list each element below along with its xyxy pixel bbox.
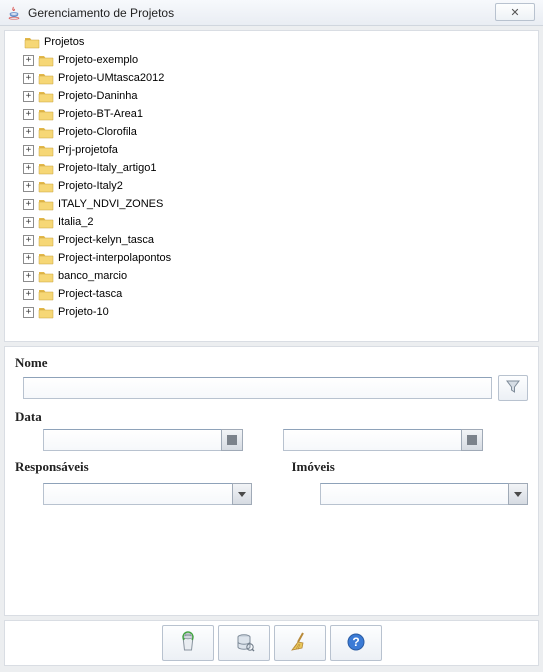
help-button[interactable]: ? — [330, 625, 382, 661]
expander-icon[interactable]: + — [23, 91, 34, 102]
title-bar: Gerenciamento de Projetos ✕ — [0, 0, 543, 26]
folder-icon — [38, 305, 54, 319]
tree-node-label: Projeto-exemplo — [58, 54, 138, 66]
window-title: Gerenciamento de Projetos — [28, 6, 174, 20]
tree-node[interactable]: + Projeto-UMtasca2012 — [9, 69, 534, 87]
tree-node-label: Projeto-Daninha — [58, 90, 138, 102]
folder-icon — [38, 269, 54, 283]
expander-icon[interactable]: + — [23, 181, 34, 192]
label-imoveis: Imóveis — [292, 459, 529, 475]
responsaveis-select[interactable] — [43, 483, 232, 505]
tree-node-label: Projeto-Italy_artigo1 — [58, 162, 156, 174]
tree-node-label: ITALY_NDVI_ZONES — [58, 198, 163, 210]
date-to-input[interactable] — [283, 429, 462, 451]
expander-icon[interactable]: + — [23, 73, 34, 84]
tree-node[interactable]: + Projeto-Italy_artigo1 — [9, 159, 534, 177]
filter-button[interactable] — [498, 375, 528, 401]
expander-icon[interactable]: + — [23, 307, 34, 318]
close-button[interactable]: ✕ — [495, 3, 535, 21]
tree-node-label: Projeto-UMtasca2012 — [58, 72, 164, 84]
folder-icon — [38, 287, 54, 301]
expander-icon[interactable]: + — [23, 235, 34, 246]
folder-icon — [38, 89, 54, 103]
tree-node-label: Italia_2 — [58, 216, 93, 228]
tree-node-label: Project-kelyn_tasca — [58, 234, 154, 246]
folder-icon — [38, 215, 54, 229]
calendar-picker-icon — [227, 435, 237, 445]
project-tree-panel: +Projetos+Projeto-exemplo+Projeto-UMtasc… — [4, 30, 539, 342]
expander-icon[interactable]: + — [23, 163, 34, 174]
folder-icon — [38, 251, 54, 265]
calendar-picker-icon — [467, 435, 477, 445]
expander-icon[interactable]: + — [23, 271, 34, 282]
tree-node[interactable]: + banco_marcio — [9, 267, 534, 285]
imoveis-select[interactable] — [320, 483, 509, 505]
folder-icon — [38, 53, 54, 67]
folder-icon — [24, 35, 40, 49]
folder-icon — [38, 125, 54, 139]
broom-icon — [289, 631, 311, 656]
expander-icon[interactable]: + — [23, 145, 34, 156]
tree-node[interactable]: + Project-kelyn_tasca — [9, 231, 534, 249]
expander-icon[interactable]: + — [23, 55, 34, 66]
folder-icon — [38, 179, 54, 193]
expander-icon[interactable]: + — [23, 253, 34, 264]
tree-node-label: Prj-projetofa — [58, 144, 118, 156]
tree-node[interactable]: + Projeto-Daninha — [9, 87, 534, 105]
tree-node-label: banco_marcio — [58, 270, 127, 282]
tree-root-label: Projetos — [44, 36, 84, 48]
folder-icon — [38, 197, 54, 211]
java-icon — [6, 5, 22, 21]
folder-icon — [38, 107, 54, 121]
expander-icon[interactable]: + — [23, 127, 34, 138]
responsaveis-dropdown-button[interactable] — [232, 483, 252, 505]
help-icon: ? — [345, 631, 367, 656]
tree-node-label: Projeto-10 — [58, 306, 109, 318]
tree-node[interactable]: + Projeto-Clorofila — [9, 123, 534, 141]
expander-icon[interactable]: + — [23, 109, 34, 120]
filter-form-panel: Nome Data — [4, 346, 539, 616]
svg-text:?: ? — [352, 635, 359, 649]
funnel-icon — [504, 378, 522, 399]
nome-input[interactable] — [23, 377, 492, 399]
tree-node-label: Projeto-BT-Area1 — [58, 108, 143, 120]
folder-icon — [38, 161, 54, 175]
tree-node-label: Projeto-Clorofila — [58, 126, 137, 138]
tree-node-label: Projeto-Italy2 — [58, 180, 123, 192]
label-nome: Nome — [15, 355, 528, 371]
tree-node[interactable]: + Italia_2 — [9, 213, 534, 231]
database-icon — [233, 631, 255, 656]
tree-node-label: Project-tasca — [58, 288, 122, 300]
tree-node[interactable]: + Projeto-10 — [9, 303, 534, 321]
expander-icon[interactable]: + — [23, 217, 34, 228]
chevron-down-icon — [514, 492, 522, 497]
recycle-bin-icon — [177, 631, 199, 656]
label-data: Data — [15, 409, 528, 425]
folder-icon — [38, 233, 54, 247]
chevron-down-icon — [238, 492, 246, 497]
imoveis-dropdown-button[interactable] — [508, 483, 528, 505]
tree-root-node[interactable]: +Projetos — [9, 33, 534, 51]
tree-node[interactable]: + Project-interpolapontos — [9, 249, 534, 267]
folder-icon — [38, 71, 54, 85]
date-from-input[interactable] — [43, 429, 222, 451]
tree-node[interactable]: + Projeto-Italy2 — [9, 177, 534, 195]
clear-button[interactable] — [274, 625, 326, 661]
tree-node-label: Project-interpolapontos — [58, 252, 171, 264]
date-from-picker-button[interactable] — [221, 429, 243, 451]
tree-node[interactable]: + ITALY_NDVI_ZONES — [9, 195, 534, 213]
tree-node[interactable]: + Projeto-exemplo — [9, 51, 534, 69]
tree-node[interactable]: + Prj-projetofa — [9, 141, 534, 159]
delete-button[interactable] — [162, 625, 214, 661]
expander-icon[interactable]: + — [23, 289, 34, 300]
tree-node[interactable]: + Projeto-BT-Area1 — [9, 105, 534, 123]
tree-node[interactable]: + Project-tasca — [9, 285, 534, 303]
close-icon: ✕ — [510, 6, 519, 19]
label-responsaveis: Responsáveis — [15, 459, 252, 475]
folder-icon — [38, 143, 54, 157]
date-to-picker-button[interactable] — [461, 429, 483, 451]
bottom-toolbar: ? — [4, 620, 539, 666]
expander-icon[interactable]: + — [23, 199, 34, 210]
database-button[interactable] — [218, 625, 270, 661]
